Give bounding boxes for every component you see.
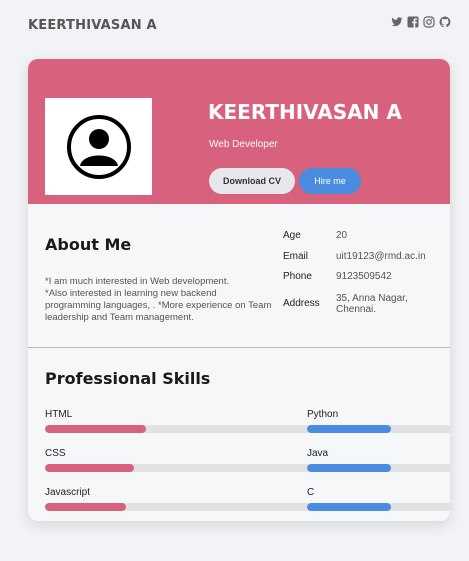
skill-name: C xyxy=(307,487,315,498)
info-label: Phone xyxy=(283,271,312,282)
skill-name: HTML xyxy=(45,409,73,420)
twitter-icon[interactable] xyxy=(391,16,403,28)
info-value[interactable]: uit19123@rmd.ac.in xyxy=(336,251,450,262)
user-icon xyxy=(66,114,131,179)
info-value: 9123509542 xyxy=(336,271,392,282)
facebook-icon[interactable] xyxy=(407,16,419,28)
skill-javascript: Javascript xyxy=(45,487,450,511)
instagram-icon[interactable] xyxy=(423,16,435,28)
info-label: Address xyxy=(283,298,320,309)
skill-bar-fill xyxy=(45,425,147,433)
about-description: *I am much interested in Web development… xyxy=(45,276,272,323)
profile-name: KEERTHIVASAN A xyxy=(208,100,402,124)
skill-css: CSS xyxy=(45,448,450,472)
info-value: 20 xyxy=(336,230,348,241)
brand-name[interactable]: KEERTHIVASAN A xyxy=(28,18,157,33)
download-cv-button[interactable]: Download CV xyxy=(209,168,295,194)
avatar xyxy=(45,98,152,195)
skills-section: Professional Skills HTML CSS Javascript xyxy=(28,348,450,521)
skill-bar xyxy=(307,464,450,472)
skill-c: C xyxy=(307,487,450,511)
skill-name: Python xyxy=(307,409,339,420)
skill-bar-fill xyxy=(307,464,392,472)
about-section: About Me *I am much interested in Web de… xyxy=(28,204,450,348)
about-title: About Me xyxy=(45,235,132,254)
skill-bar-fill xyxy=(307,503,392,511)
skill-python: Python xyxy=(307,409,450,433)
profile-header: KEERTHIVASAN A Web Developer Download CV… xyxy=(28,59,450,204)
skill-bar-fill xyxy=(45,503,126,511)
info-label: Email xyxy=(283,251,309,262)
skill-bar xyxy=(307,425,450,433)
skill-java: Java xyxy=(307,448,450,472)
skill-bar-fill xyxy=(307,425,392,433)
skill-name: Java xyxy=(307,448,329,459)
skills-title: Professional Skills xyxy=(45,369,211,388)
github-icon[interactable] xyxy=(439,16,451,28)
skill-bar-fill xyxy=(45,464,135,472)
page: KEERTHIVASAN A KEERTHIVASAN A Web Develo… xyxy=(0,0,469,561)
skill-name: Javascript xyxy=(45,487,91,498)
profile-card: KEERTHIVASAN A Web Developer Download CV… xyxy=(28,59,450,521)
skill-name: CSS xyxy=(45,448,66,459)
profile-role: Web Developer xyxy=(209,139,278,150)
social-links xyxy=(391,16,451,28)
skill-html: HTML xyxy=(45,409,450,433)
skill-bar xyxy=(307,503,450,511)
info-label: Age xyxy=(283,230,301,241)
info-value: 35, Anna Nagar, Chennai. xyxy=(336,293,408,315)
hire-me-button[interactable]: Hire me xyxy=(299,168,361,194)
